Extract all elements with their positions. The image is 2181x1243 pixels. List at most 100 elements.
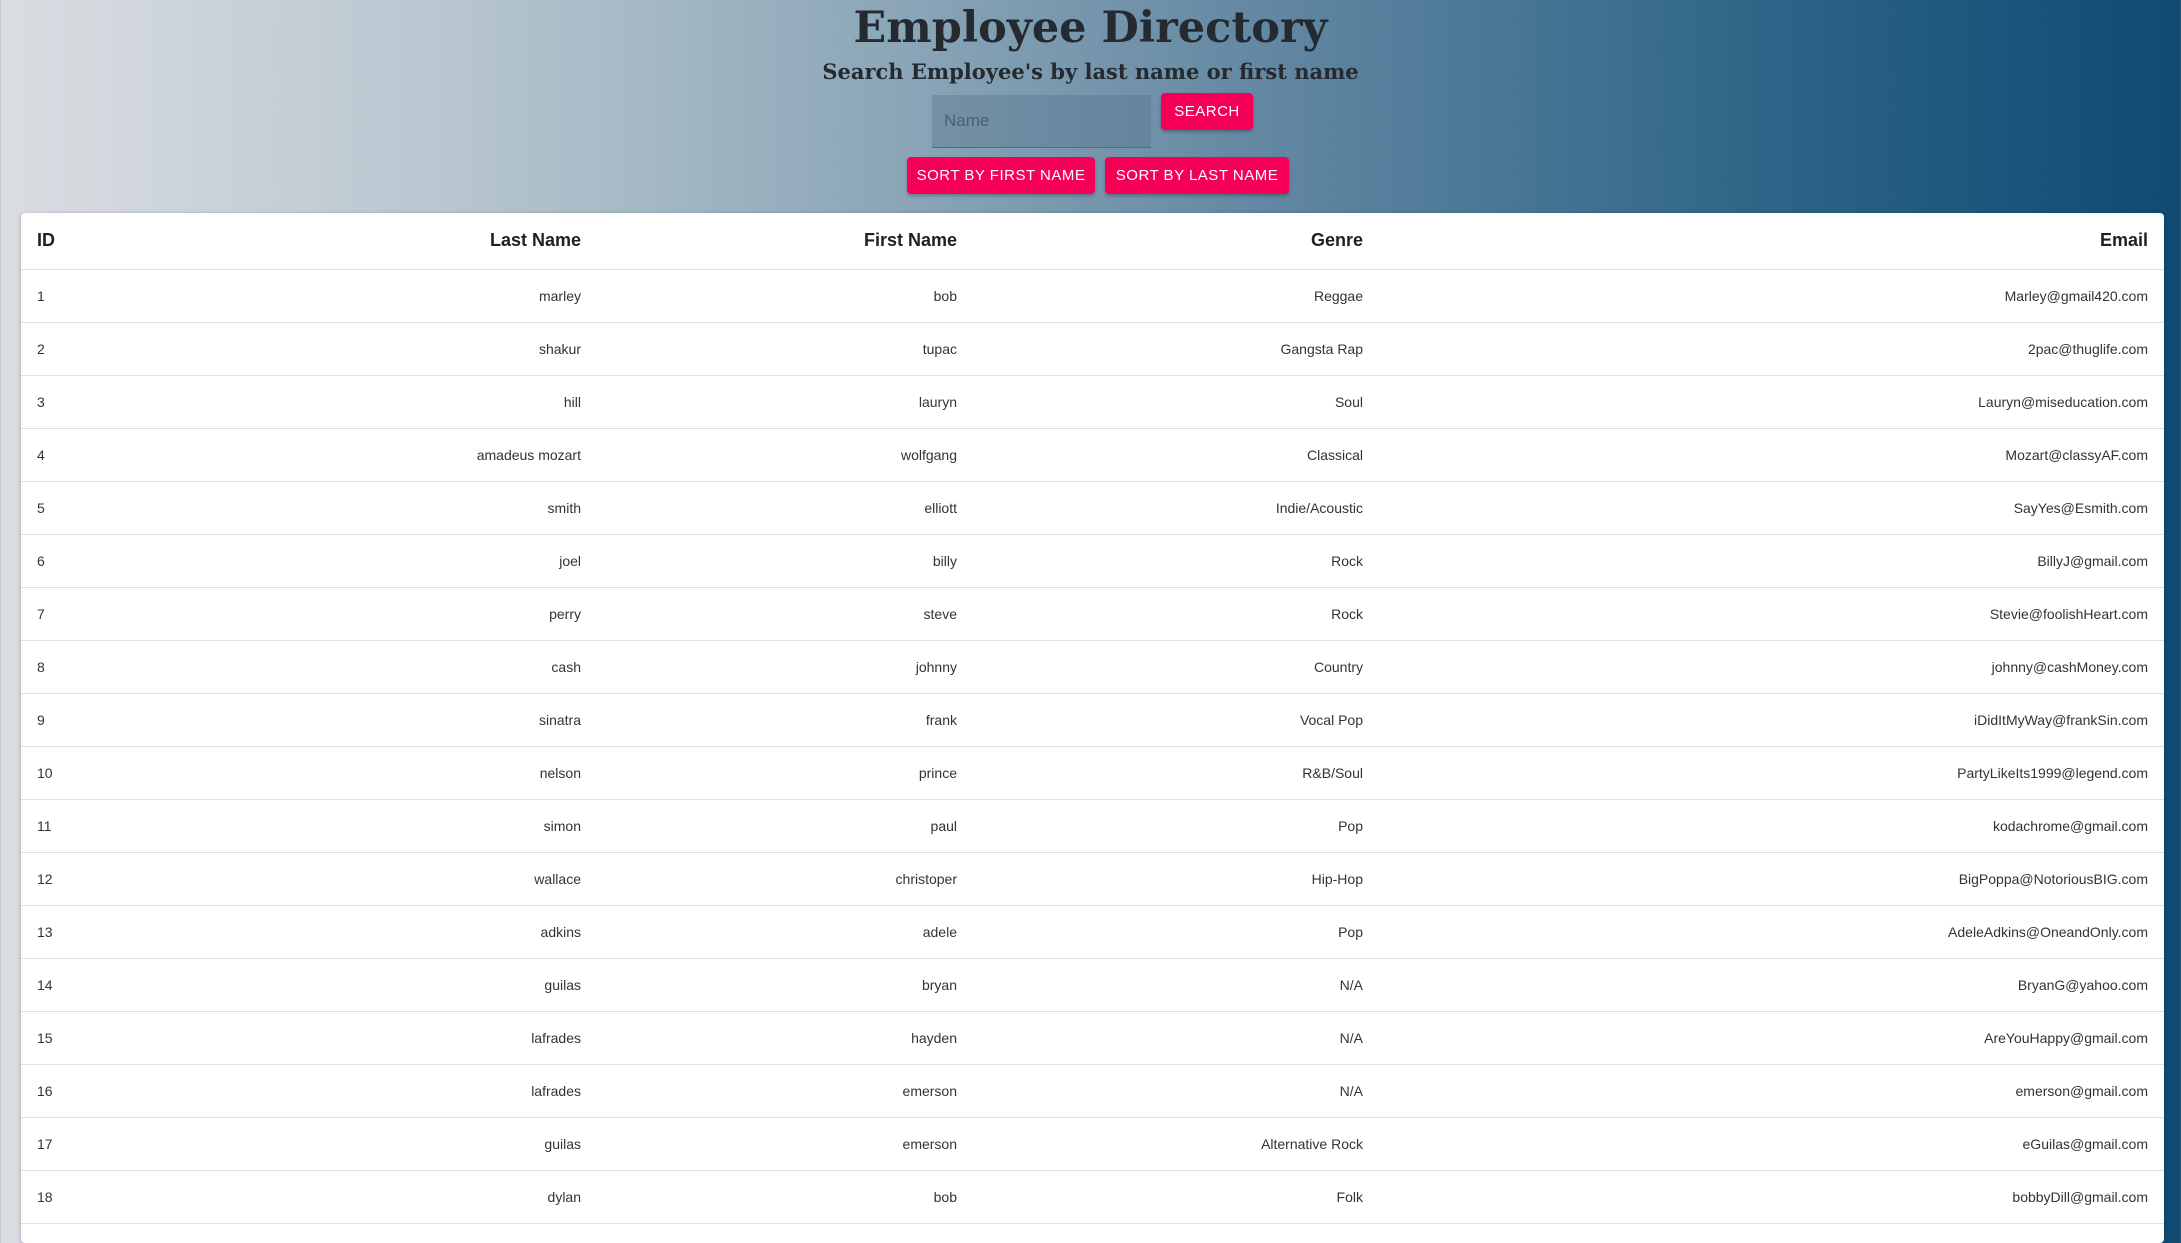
cell-genre: N/A (973, 1064, 1379, 1118)
cell-last-name: smith (113, 481, 597, 535)
cell-last-name: guilas (113, 1117, 597, 1171)
cell-first-name: emerson (597, 1064, 973, 1118)
cell-genre: Folk (973, 1170, 1379, 1224)
cell-genre: Gangsta Rap (973, 322, 1379, 376)
cell-genre: Classical (973, 428, 1379, 482)
cell-email: BigPoppa@NotoriousBIG.com (1379, 852, 2164, 906)
cell-first-name: johnny (597, 640, 973, 694)
cell-id: 3 (21, 375, 113, 429)
cell-first-name: prince (597, 746, 973, 800)
cell-email: kodachrome@gmail.com (1379, 799, 2164, 853)
cell-email: BryanG@yahoo.com (1379, 958, 2164, 1012)
table-header: ID Last Name First Name Genre Email (21, 213, 2164, 270)
cell-last-name: simon (113, 799, 597, 853)
cell-last-name: joel (113, 534, 597, 588)
cell-id: 7 (21, 587, 113, 641)
cell-email: AdeleAdkins@OneandOnly.com (1379, 905, 2164, 959)
cell-email: Marley@gmail420.com (1379, 269, 2164, 323)
cell-first-name: emerson (597, 1117, 973, 1171)
cell-first-name: elliott (597, 481, 973, 535)
cell-genre: Indie/Acoustic (973, 481, 1379, 535)
search-input[interactable] (932, 95, 1151, 148)
table-row: 1 marley bob Reggae Marley@gmail420.com (21, 269, 2164, 323)
cell-first-name: wolfgang (597, 428, 973, 482)
cell-first-name: tupac (597, 322, 973, 376)
table-row: 13 adkins adele Pop AdeleAdkins@OneandOnly.c… (21, 905, 2164, 959)
cell-genre: Reggae (973, 269, 1379, 323)
table-row: 6 joel billy Rock BillyJ@gmail.com (21, 534, 2164, 588)
table-header-row: ID Last Name First Name Genre Email (21, 213, 2164, 270)
table-row: 2 shakur tupac Gangsta Rap 2pac@thuglife.com (21, 322, 2164, 376)
cell-genre: N/A (973, 1011, 1379, 1065)
cell-genre: Hip-Hop (973, 852, 1379, 906)
cell-last-name: lafrades (113, 1011, 597, 1065)
cell-email: PartyLikeIts1999@legend.com (1379, 746, 2164, 800)
cell-email: Mozart@classyAF.com (1379, 428, 2164, 482)
cell-genre: N/A (973, 958, 1379, 1012)
table-row: 8 cash johnny Country johnny@cashMoney.com (21, 640, 2164, 694)
cell-id: 14 (21, 958, 113, 1012)
cell-id: 13 (21, 905, 113, 959)
cell-first-name: adele (597, 905, 973, 959)
cell-last-name: hill (113, 375, 597, 429)
cell-id: 18 (21, 1170, 113, 1224)
cell-id: 9 (21, 693, 113, 747)
cell-genre: Vocal Pop (973, 693, 1379, 747)
cell-email: 2pac@thuglife.com (1379, 322, 2164, 376)
table-row: 5 smith elliott Indie/Acoustic SayYes@Esmith… (21, 481, 2164, 535)
cell-genre: Alternative Rock (973, 1117, 1379, 1171)
cell-genre: Pop (973, 799, 1379, 853)
cell-email: BillyJ@gmail.com (1379, 534, 2164, 588)
sort-by-last-name-button[interactable]: SORT BY LAST NAME (1105, 157, 1289, 194)
cell-last-name: cash (113, 640, 597, 694)
cell-id: 11 (21, 799, 113, 853)
column-header-id: ID (21, 213, 113, 270)
cell-last-name: amadeus mozart (113, 428, 597, 482)
cell-first-name: frank (597, 693, 973, 747)
cell-first-name: bob (597, 1170, 973, 1224)
column-header-genre: Genre (973, 213, 1379, 270)
cell-id: 8 (21, 640, 113, 694)
employee-table: ID Last Name First Name Genre Email 1 mar… (21, 213, 2164, 1224)
cell-last-name: sinatra (113, 693, 597, 747)
cell-email: eGuilas@gmail.com (1379, 1117, 2164, 1171)
cell-genre: Soul (973, 375, 1379, 429)
cell-genre: R&B/Soul (973, 746, 1379, 800)
cell-last-name: dylan (113, 1170, 597, 1224)
table-row: 16 lafrades emerson N/A emerson@gmail.com (21, 1064, 2164, 1118)
table-body: 1 marley bob Reggae Marley@gmail420.com 2 shak… (21, 269, 2164, 1224)
cell-id: 4 (21, 428, 113, 482)
table-row: 11 simon paul Pop kodachrome@gmail.com (21, 799, 2164, 853)
cell-email: Lauryn@miseducation.com (1379, 375, 2164, 429)
table-row: 3 hill lauryn Soul Lauryn@miseducation.com (21, 375, 2164, 429)
cell-id: 10 (21, 746, 113, 800)
table-row: 7 perry steve Rock Stevie@foolishHeart.com (21, 587, 2164, 641)
table-row: 17 guilas emerson Alternative Rock eGuilas@g… (21, 1117, 2164, 1171)
cell-id: 2 (21, 322, 113, 376)
table-row: 4 amadeus mozart wolfgang Classical Mozart@c… (21, 428, 2164, 482)
page-title: Employee Directory (853, 3, 1328, 53)
cell-email: iDidItMyWay@frankSin.com (1379, 693, 2164, 747)
cell-id: 5 (21, 481, 113, 535)
cell-email: bobbyDill@gmail.com (1379, 1170, 2164, 1224)
cell-id: 6 (21, 534, 113, 588)
table-row: 12 wallace christoper Hip-Hop BigPoppa@Notor… (21, 852, 2164, 906)
cell-first-name: hayden (597, 1011, 973, 1065)
cell-email: SayYes@Esmith.com (1379, 481, 2164, 535)
table-row: 9 sinatra frank Vocal Pop iDidItMyWay@frankS… (21, 693, 2164, 747)
cell-last-name: marley (113, 269, 597, 323)
cell-last-name: shakur (113, 322, 597, 376)
cell-email: emerson@gmail.com (1379, 1064, 2164, 1118)
cell-first-name: lauryn (597, 375, 973, 429)
table-row: 10 nelson prince R&B/Soul PartyLikeIts1999@l… (21, 746, 2164, 800)
cell-email: Stevie@foolishHeart.com (1379, 587, 2164, 641)
column-header-first-name: First Name (597, 213, 973, 270)
search-button[interactable]: SEARCH (1161, 93, 1253, 130)
sort-by-first-name-button[interactable]: SORT BY FIRST NAME (907, 157, 1095, 194)
cell-first-name: steve (597, 587, 973, 641)
cell-last-name: perry (113, 587, 597, 641)
cell-last-name: adkins (113, 905, 597, 959)
cell-id: 1 (21, 269, 113, 323)
cell-email: johnny@cashMoney.com (1379, 640, 2164, 694)
table-row: 15 lafrades hayden N/A AreYouHappy@gmail.com (21, 1011, 2164, 1065)
